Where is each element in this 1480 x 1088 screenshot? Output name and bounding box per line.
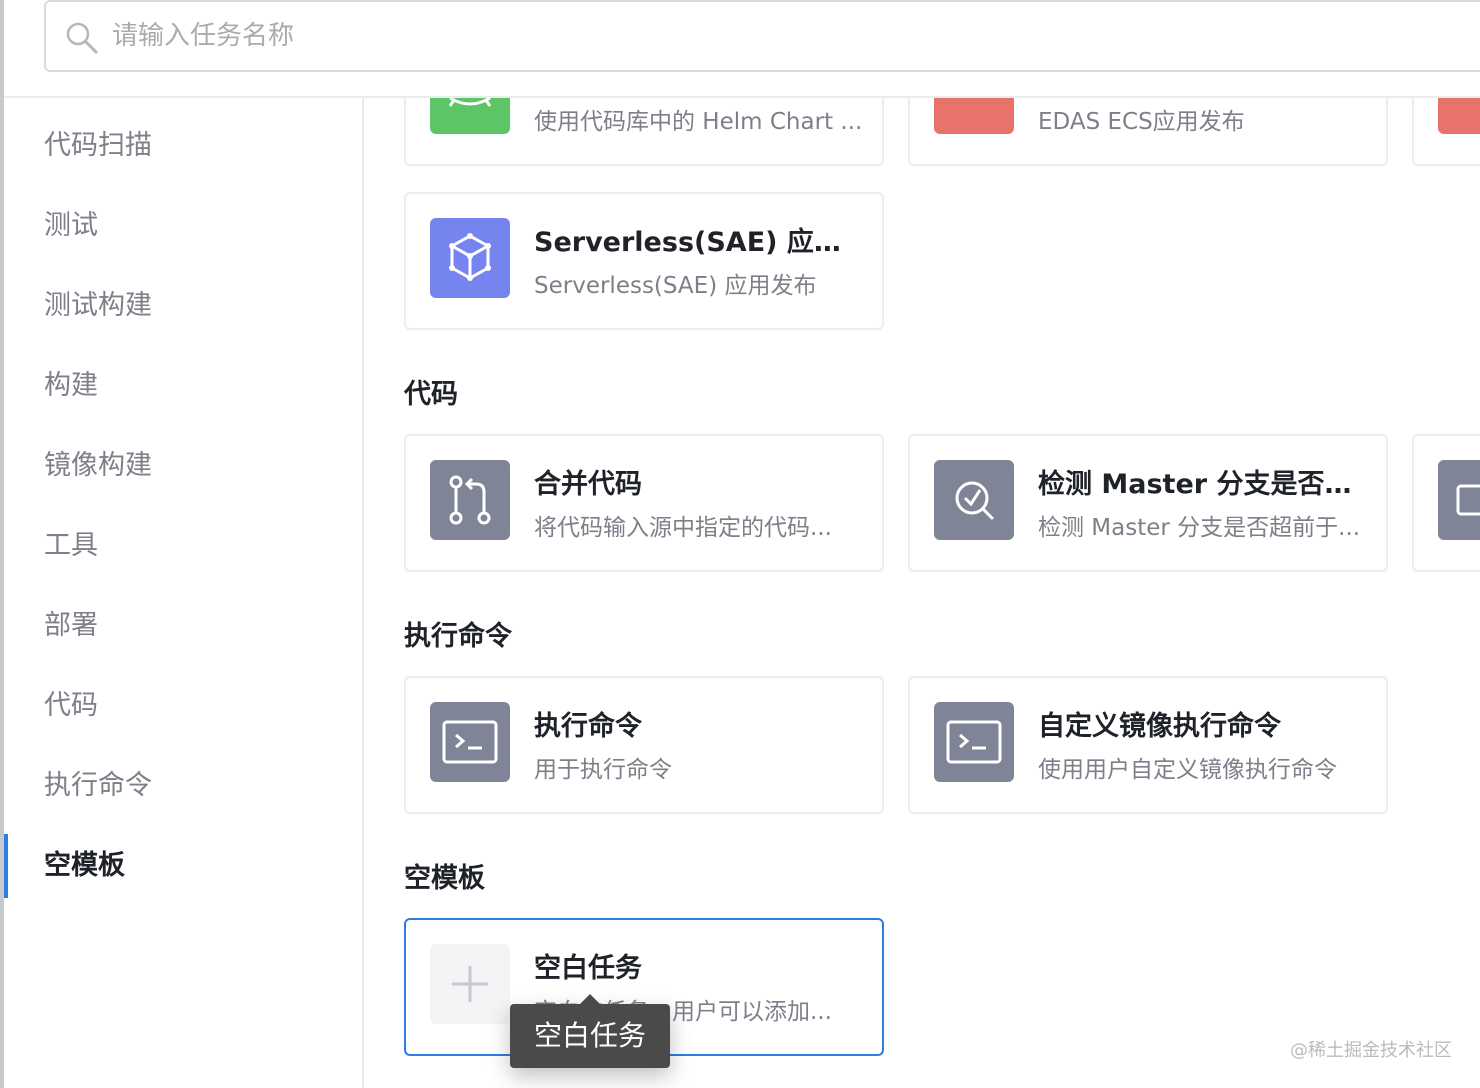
task-card-partial[interactable] bbox=[1412, 98, 1480, 166]
helm-icon bbox=[430, 98, 510, 134]
merge-branch-icon bbox=[430, 460, 510, 540]
terminal-icon bbox=[430, 702, 510, 782]
edas-icon bbox=[934, 98, 1014, 134]
sidebar-item-code-scan[interactable]: 代码扫描 bbox=[4, 114, 362, 178]
task-card-desc: 使用用户自定义镜像执行命令 bbox=[1038, 757, 1337, 783]
task-card-desc: 使用代码库中的 Helm Chart ... bbox=[534, 109, 863, 135]
task-card-desc: 检测 Master 分支是否超前于... bbox=[1038, 515, 1361, 541]
sidebar-item-deploy[interactable]: 部署 bbox=[4, 594, 362, 658]
task-card-title: 合并代码 bbox=[534, 469, 642, 500]
task-card-desc: Serverless(SAE) 应用发布 bbox=[534, 273, 817, 299]
task-card-title: 执行命令 bbox=[534, 711, 642, 742]
section-title-empty-template: 空模板 bbox=[404, 863, 485, 894]
tooltip: 空白任务 bbox=[510, 994, 670, 1068]
square-icon bbox=[1438, 460, 1480, 540]
category-sidebar: 代码扫描 测试 测试构建 构建 镜像构建 工具 部署 代码 执行命令 空模板 bbox=[4, 98, 362, 1088]
task-card-exec-command[interactable]: 执行命令 用于执行命令 bbox=[404, 676, 884, 814]
sidebar-item-empty-template[interactable]: 空模板 bbox=[4, 834, 362, 898]
task-card-check-master[interactable]: 检测 Master 分支是否更... 检测 Master 分支是否超前于... bbox=[908, 434, 1388, 572]
task-card-title: 空白任务 bbox=[534, 953, 642, 984]
sidebar-item-tools[interactable]: 工具 bbox=[4, 514, 362, 578]
check-search-icon bbox=[934, 460, 1014, 540]
sidebar-item-image-build[interactable]: 镜像构建 bbox=[4, 434, 362, 498]
task-card-serverless-sae[interactable]: Serverless(SAE) 应用发布 Serverless(SAE) 应用发… bbox=[404, 192, 884, 330]
task-card-desc: 用于执行命令 bbox=[534, 757, 672, 783]
plus-icon bbox=[430, 944, 510, 1024]
sidebar-item-test[interactable]: 测试 bbox=[4, 194, 362, 258]
task-card-desc: EDAS ECS应用发布 bbox=[1038, 109, 1245, 135]
task-card-custom-image-command[interactable]: 自定义镜像执行命令 使用用户自定义镜像执行命令 bbox=[908, 676, 1388, 814]
task-card-partial[interactable] bbox=[1412, 434, 1480, 572]
task-card-merge-code[interactable]: 合并代码 将代码输入源中指定的代码... bbox=[404, 434, 884, 572]
task-card-title: Serverless(SAE) 应用发布 bbox=[534, 227, 864, 258]
sidebar-item-test-build[interactable]: 测试构建 bbox=[4, 274, 362, 338]
watermark: @稀土掘金技术社区 bbox=[1290, 1040, 1452, 1061]
terminal-icon bbox=[934, 702, 1014, 782]
task-card-title: 检测 Master 分支是否更... bbox=[1038, 469, 1368, 500]
sidebar-item-code[interactable]: 代码 bbox=[4, 674, 362, 738]
search-box[interactable] bbox=[44, 0, 1480, 72]
edas-icon bbox=[1438, 98, 1480, 134]
section-title-code: 代码 bbox=[404, 379, 458, 410]
cube-icon bbox=[430, 218, 510, 298]
search-icon bbox=[64, 20, 100, 56]
task-card-helm[interactable]: 使用代码库中的 Helm Chart ... bbox=[404, 98, 884, 166]
search-input[interactable] bbox=[112, 12, 1012, 60]
task-card-edas-ecs[interactable]: EDAS ECS应用发布 bbox=[908, 98, 1388, 166]
section-title-exec-command: 执行命令 bbox=[404, 621, 512, 652]
task-card-desc: 将代码输入源中指定的代码... bbox=[534, 515, 832, 541]
sidebar-item-build[interactable]: 构建 bbox=[4, 354, 362, 418]
sidebar-item-exec-command[interactable]: 执行命令 bbox=[4, 754, 362, 818]
task-card-title: 自定义镜像执行命令 bbox=[1038, 711, 1281, 742]
task-list: 使用代码库中的 Helm Chart ... EDAS ECS应用发布 Serv… bbox=[364, 98, 1480, 1088]
